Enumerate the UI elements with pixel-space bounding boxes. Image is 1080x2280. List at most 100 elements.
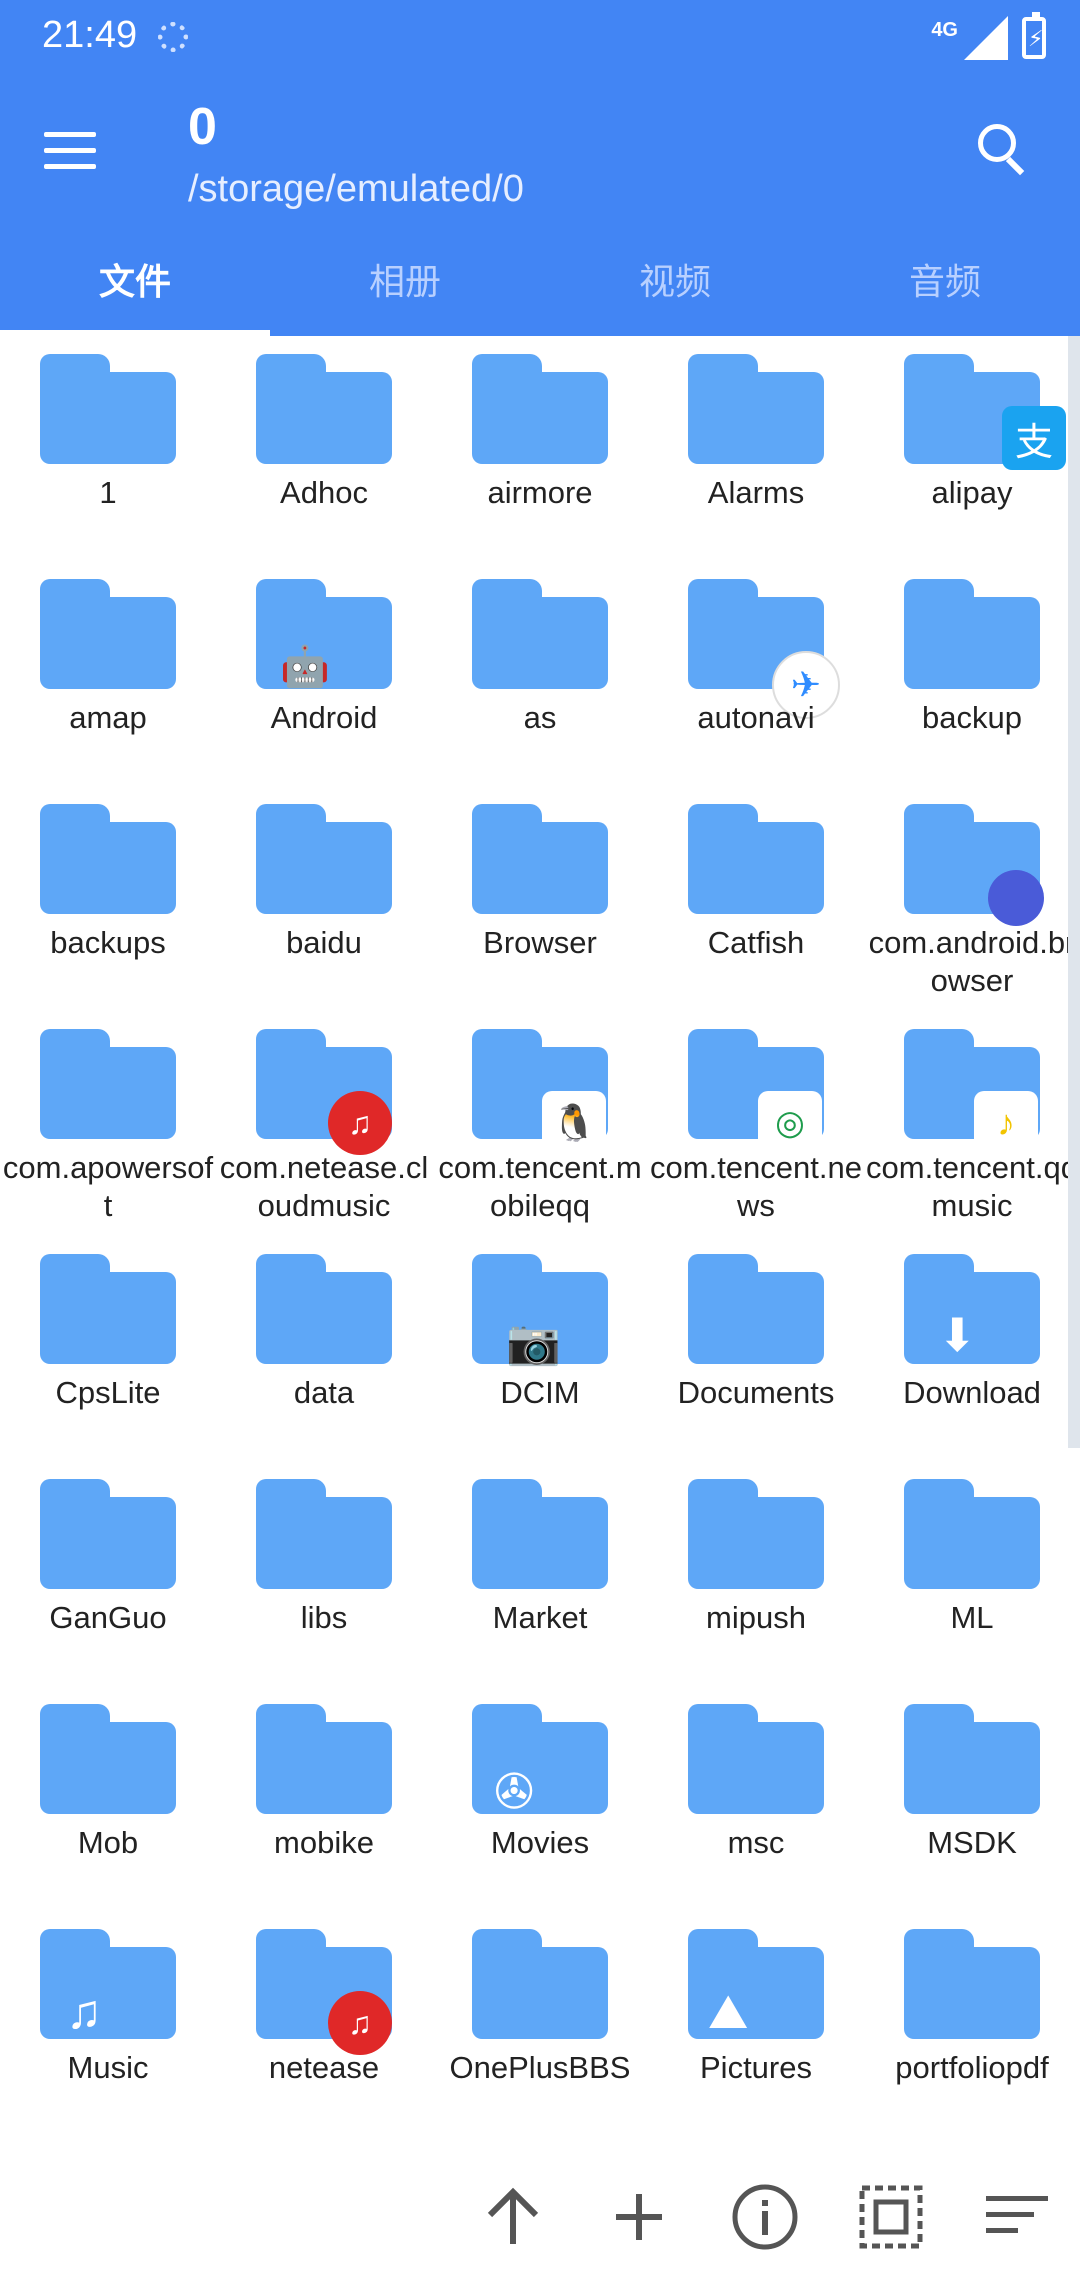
folder-item[interactable]: 📷 DCIM xyxy=(432,1236,648,1461)
folder-icon xyxy=(40,1479,176,1589)
folder-icon xyxy=(688,1704,824,1814)
menu-icon[interactable] xyxy=(44,132,96,170)
folder-item[interactable]: as xyxy=(432,561,648,786)
folder-label: Music xyxy=(67,2050,149,2085)
folder-item[interactable]: ML xyxy=(864,1461,1080,1686)
folder-item[interactable]: 支 alipay xyxy=(864,336,1080,561)
alipay-icon: 支 xyxy=(1002,406,1066,470)
tab-album[interactable]: 相册 xyxy=(270,232,540,336)
folder-item[interactable]: Catfish xyxy=(648,786,864,1011)
folder-icon xyxy=(472,579,608,689)
folder-label: MSDK xyxy=(927,1825,1017,1860)
folder-item[interactable]: ♫ Music xyxy=(0,1911,216,2136)
folder-icon xyxy=(688,354,824,464)
folder-item[interactable]: ♫ netease xyxy=(216,1911,432,2136)
folder-icon xyxy=(40,1029,176,1139)
folder-item[interactable]: amap xyxy=(0,561,216,786)
folder-item[interactable]: MSDK xyxy=(864,1686,1080,1911)
folder-icon xyxy=(40,804,176,914)
folder-label: Documents xyxy=(677,1375,835,1410)
tab-video[interactable]: 视频 xyxy=(540,232,810,336)
folder-item[interactable]: OnePlusBBS xyxy=(432,1911,648,2136)
title-block: 0 /storage/emulated/0 xyxy=(188,98,524,216)
status-bar: 21:49 4G ⚡ xyxy=(0,0,1080,80)
tab-audio[interactable]: 音频 xyxy=(810,232,1080,336)
scrollbar[interactable] xyxy=(1068,336,1080,1448)
folder-icon xyxy=(472,1479,608,1589)
page-title: 0 xyxy=(188,98,217,156)
qqmusic-icon: ♪ xyxy=(974,1091,1038,1155)
folder-icon xyxy=(688,1254,824,1364)
folder-item[interactable]: Documents xyxy=(648,1236,864,1461)
folder-label: libs xyxy=(300,1600,348,1635)
folder-item[interactable]: ✈ autonavi xyxy=(648,561,864,786)
folder-label: Market xyxy=(492,1600,588,1635)
folder-item[interactable]: Mob xyxy=(0,1686,216,1911)
folder-item[interactable]: ⬇ Download xyxy=(864,1236,1080,1461)
folder-icon xyxy=(256,804,392,914)
folder-item[interactable]: backup xyxy=(864,561,1080,786)
select-all-icon[interactable] xyxy=(856,2182,926,2252)
tab-files[interactable]: 文件 xyxy=(0,232,270,336)
folder-item[interactable]: ✇ Movies xyxy=(432,1686,648,1911)
folder-label: backup xyxy=(922,700,1022,735)
folder-item[interactable]: baidu xyxy=(216,786,432,1011)
folder-item[interactable]: backups xyxy=(0,786,216,1011)
folder-label: Pictures xyxy=(700,2050,812,2085)
folder-label: GanGuo xyxy=(49,1600,167,1635)
folder-item[interactable]: com.apowersoft xyxy=(0,1011,216,1236)
folder-icon xyxy=(904,1929,1040,2039)
folder-item[interactable]: msc xyxy=(648,1686,864,1911)
app-bar: 21:49 4G ⚡ 0 /storage/emulated/0 文件 相册 视… xyxy=(0,0,1080,336)
folder-item[interactable]: 1 xyxy=(0,336,216,561)
folder-item[interactable]: ♪ com.tencent.qqmusic xyxy=(864,1011,1080,1236)
folder-item[interactable]: mobike xyxy=(216,1686,432,1911)
film-reel-icon: ✇ xyxy=(494,1766,535,1819)
camera-icon: 📷 xyxy=(506,1318,561,1367)
search-icon[interactable] xyxy=(978,124,1026,176)
folder-label: OnePlusBBS xyxy=(449,2050,631,2085)
folder-label: com.android.browser xyxy=(868,925,1076,998)
folder-item[interactable]: ◎ com.tencent.news xyxy=(648,1011,864,1236)
music-note-icon: ♫ xyxy=(66,1986,102,2039)
folder-item[interactable]: libs xyxy=(216,1461,432,1686)
folder-item[interactable]: ♫ com.netease.cloudmusic xyxy=(216,1011,432,1236)
folder-label: Catfish xyxy=(707,925,805,960)
current-path: /storage/emulated/0 xyxy=(188,168,524,210)
folder-label: Android xyxy=(270,700,378,735)
download-icon: ⬇ xyxy=(938,1309,977,1361)
folder-item[interactable]: Alarms xyxy=(648,336,864,561)
folder-item[interactable]: mipush xyxy=(648,1461,864,1686)
folder-item[interactable]: GanGuo xyxy=(0,1461,216,1686)
folder-icon xyxy=(40,1929,176,2039)
status-time: 21:49 xyxy=(42,14,138,56)
folder-label: 1 xyxy=(99,475,117,510)
folder-icon xyxy=(256,1479,392,1589)
folder-label: CpsLite xyxy=(55,1375,161,1410)
folder-item[interactable]: Market xyxy=(432,1461,648,1686)
folder-item[interactable]: 🐧 com.tencent.mobileqq xyxy=(432,1011,648,1236)
info-icon[interactable] xyxy=(730,2182,800,2252)
folder-item[interactable]: com.android.browser xyxy=(864,786,1080,1011)
folder-icon xyxy=(904,1479,1040,1589)
folder-icon xyxy=(256,354,392,464)
folder-label: DCIM xyxy=(500,1375,580,1410)
folder-item[interactable]: airmore xyxy=(432,336,648,561)
folder-item[interactable]: Adhoc xyxy=(216,336,432,561)
folder-label: Browser xyxy=(483,925,597,960)
folder-label: portfoliopdf xyxy=(895,2050,1049,2085)
tencent-news-icon: ◎ xyxy=(758,1091,822,1155)
folder-icon xyxy=(256,1254,392,1364)
tab-bar: 文件 相册 视频 音频 xyxy=(0,232,1080,336)
arrow-up-icon[interactable] xyxy=(478,2182,548,2252)
folder-item[interactable]: portfoliopdf xyxy=(864,1911,1080,2136)
sort-icon[interactable] xyxy=(982,2182,1052,2252)
folder-item[interactable]: CpsLite xyxy=(0,1236,216,1461)
folder-item[interactable]: ⛰ Pictures xyxy=(648,1911,864,2136)
folder-label: com.tencent.qqmusic xyxy=(866,1150,1078,1223)
folder-item[interactable]: data xyxy=(216,1236,432,1461)
folder-item[interactable]: Browser xyxy=(432,786,648,1011)
folder-item[interactable]: 🤖 Android xyxy=(216,561,432,786)
add-icon[interactable] xyxy=(604,2182,674,2252)
folder-label: Movies xyxy=(490,1825,590,1860)
